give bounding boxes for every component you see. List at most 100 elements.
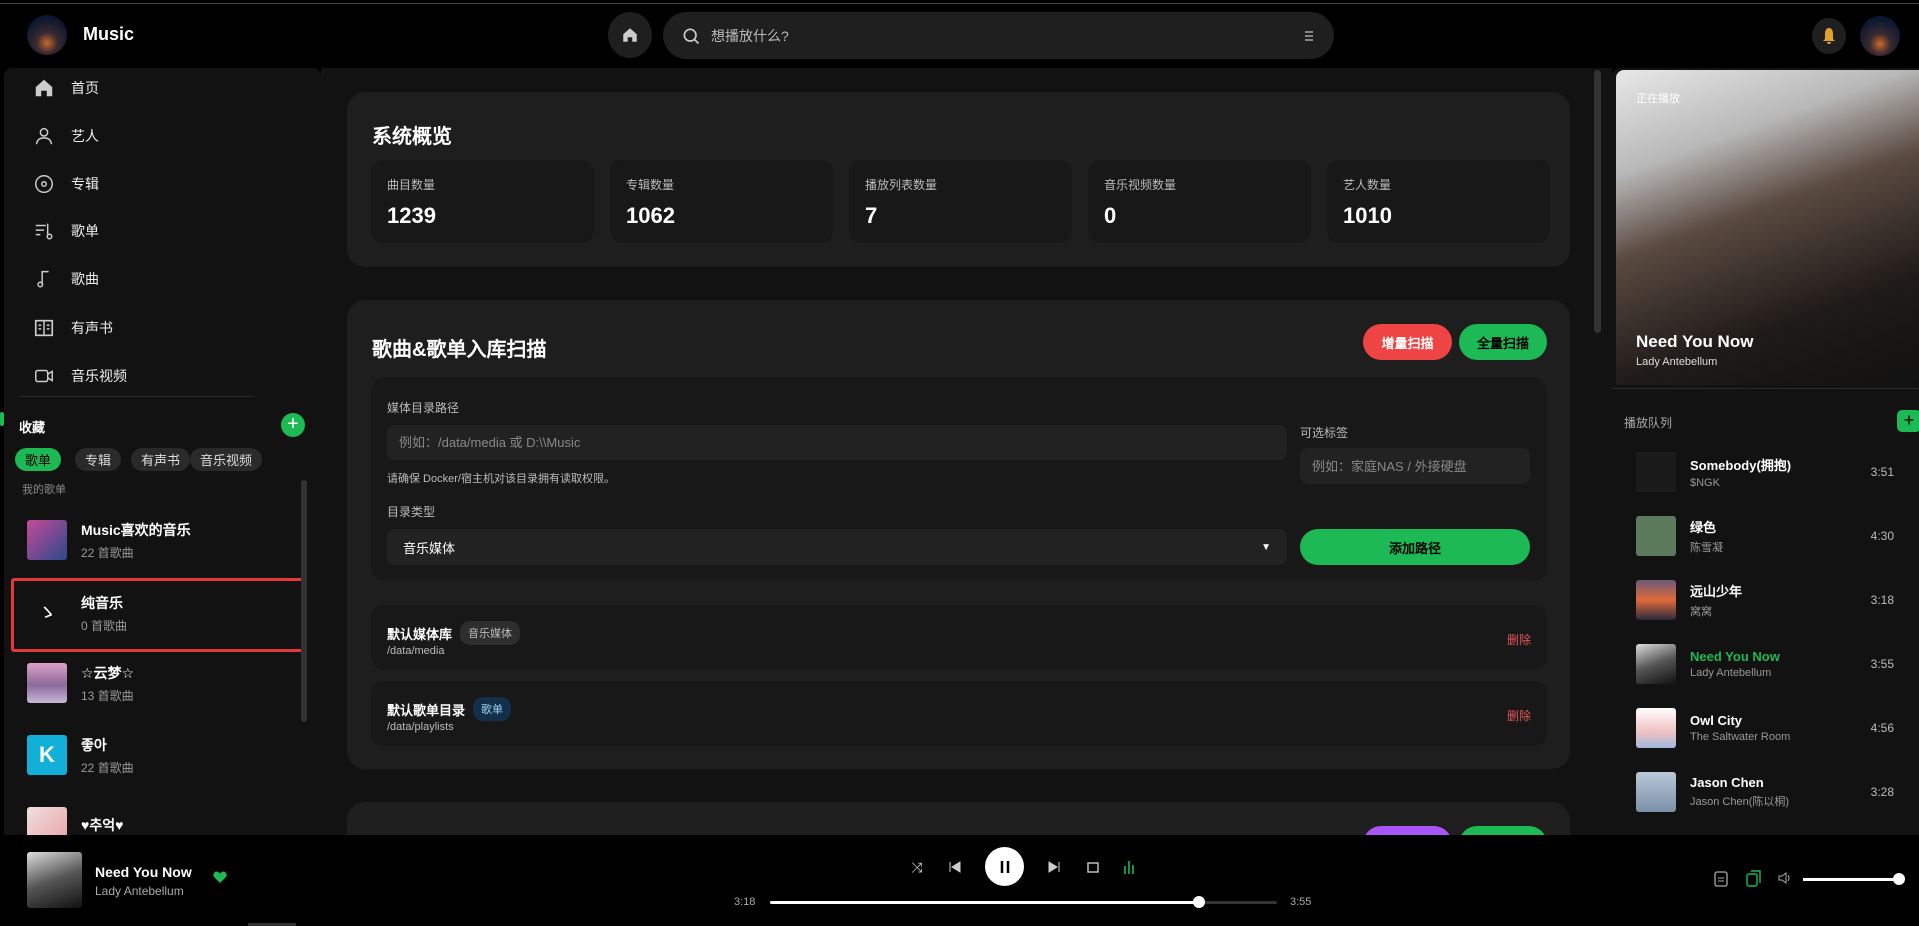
sidebar: 首页 艺人 专辑 歌单 歌曲 有声书 音乐视频 收藏 + 歌单 专辑 有声书 音乐视频 我的歌单 … bbox=[4, 68, 321, 835]
right-panel: 正在播放 Need You Now Lady Antebellum 播放队列 +… bbox=[1612, 68, 1919, 835]
stat-card: 艺人数量 1010 bbox=[1327, 160, 1550, 243]
shuffle-icon: ⤨ bbox=[911, 858, 923, 875]
path-type-badge: 歌单 bbox=[473, 697, 512, 721]
incremental-scan-button[interactable]: 增量扫描 bbox=[1363, 324, 1452, 360]
player-title[interactable]: Need You Now bbox=[95, 864, 192, 880]
add-path-button[interactable]: 添加路径 bbox=[1300, 529, 1530, 565]
tag-input[interactable] bbox=[1300, 448, 1530, 484]
app-title: Music bbox=[83, 24, 135, 44]
stat-value: 1239 bbox=[387, 203, 436, 228]
next-button[interactable] bbox=[1044, 857, 1064, 877]
heart-icon[interactable] bbox=[212, 869, 228, 885]
search-bar[interactable] bbox=[663, 12, 1334, 59]
sidebar-scrollbar[interactable] bbox=[301, 480, 307, 722]
playlist-item[interactable]: Music喜欢的音乐 22 首歌曲 bbox=[27, 512, 297, 568]
sidebar-item-2[interactable]: 专辑 bbox=[4, 164, 304, 204]
playlist-item[interactable]: K 좋아 22 首歌曲 bbox=[27, 727, 297, 783]
queue-add-button[interactable]: + bbox=[1897, 410, 1919, 432]
path-type-badge: 音乐媒体 bbox=[460, 621, 521, 645]
equalizer-button[interactable] bbox=[1119, 857, 1139, 877]
sidebar-item-6[interactable]: 音乐视频 bbox=[4, 356, 304, 396]
filter-chip[interactable]: 音乐视频 bbox=[190, 448, 263, 471]
queue-cover bbox=[1636, 708, 1676, 748]
stat-card: 播放列表数量 7 bbox=[849, 160, 1072, 243]
filter-chip[interactable]: 歌单 bbox=[15, 448, 62, 471]
type-label: 目录类型 bbox=[387, 505, 436, 519]
playlist-item[interactable]: ☆云梦☆ 13 首歌曲 bbox=[27, 655, 297, 711]
my-playlists-label: 我的歌单 bbox=[22, 484, 66, 496]
playlist-item[interactable]: ♥추억♥ bbox=[27, 799, 297, 835]
lyrics-icon[interactable] bbox=[1714, 871, 1728, 887]
queue-item[interactable]: Somebody(拥抱) $NGK 3:51 bbox=[1636, 447, 1906, 497]
add-playlist-button[interactable]: + bbox=[281, 413, 305, 437]
sidebar-item-label: 艺人 bbox=[71, 128, 99, 144]
edge-indicator bbox=[0, 412, 4, 426]
sidebar-item-0[interactable]: 首页 bbox=[4, 68, 304, 108]
music-note-icon bbox=[37, 270, 49, 288]
volume-icon[interactable] bbox=[1778, 871, 1792, 885]
home-icon bbox=[35, 79, 53, 97]
main-scrollbar[interactable] bbox=[1594, 70, 1601, 333]
now-playing-card: 正在播放 Need You Now Lady Antebellum bbox=[1616, 70, 1919, 385]
queue-item[interactable]: 绿色 陈雪凝 4:30 bbox=[1636, 511, 1906, 561]
media-path-row: 默认媒体库 音乐媒体/data/media 删除 bbox=[371, 605, 1547, 670]
scan-card: 歌曲&歌单入库扫描 增量扫描 全量扫描 媒体目录路径 请确保 Docker/宿主… bbox=[347, 300, 1570, 769]
filter-chip[interactable]: 有声书 bbox=[131, 448, 191, 471]
search-input[interactable] bbox=[711, 27, 1292, 44]
queue-item[interactable]: Need You Now Lady Antebellum 3:55 bbox=[1636, 639, 1906, 689]
volume-slider[interactable] bbox=[1803, 873, 1905, 885]
queue-artist: Lady Antebellum bbox=[1690, 667, 1772, 679]
sidebar-item-1[interactable]: 艺人 bbox=[4, 116, 304, 156]
now-playing-artist: Lady Antebellum bbox=[1636, 356, 1718, 368]
user-avatar[interactable] bbox=[1860, 16, 1900, 56]
progress-handle[interactable] bbox=[1192, 896, 1205, 908]
notifications-button[interactable] bbox=[1812, 18, 1846, 54]
highlight-box bbox=[11, 578, 307, 652]
playlist-cover: K bbox=[27, 735, 67, 775]
queue-duration: 3:55 bbox=[1870, 657, 1894, 671]
stat-label: 音乐视频数量 bbox=[1104, 178, 1177, 192]
stat-card: 专辑数量 1062 bbox=[610, 160, 833, 243]
devices-icon[interactable] bbox=[1746, 870, 1762, 887]
menu-icon[interactable] bbox=[1302, 29, 1316, 43]
next-icon bbox=[1048, 861, 1060, 873]
sidebar-item-5[interactable]: 有声书 bbox=[4, 308, 304, 348]
add-path-form: 媒体目录路径 请确保 Docker/宿主机对该目录拥有读取权限。 目录类型 音乐… bbox=[371, 377, 1547, 581]
stat-value: 7 bbox=[865, 203, 878, 228]
queue-artist: The Saltwater Room bbox=[1690, 731, 1791, 743]
repeat-button[interactable] bbox=[1083, 857, 1103, 877]
delete-button[interactable]: 删除 bbox=[1507, 631, 1531, 648]
window-border bbox=[0, 3, 1919, 4]
sidebar-item-4[interactable]: 歌曲 bbox=[4, 259, 304, 299]
full-scan-button[interactable]: 全量扫描 bbox=[1459, 324, 1547, 360]
sidebar-item-label: 歌单 bbox=[71, 223, 99, 239]
sidebar-item-label: 专辑 bbox=[71, 176, 99, 192]
sidebar-item-3[interactable]: 歌单 bbox=[4, 211, 304, 251]
queue-item[interactable]: Owl City The Saltwater Room 4:56 bbox=[1636, 703, 1906, 753]
favorites-title: 收藏 bbox=[19, 420, 46, 435]
shuffle-button[interactable]: ⤨ bbox=[907, 857, 927, 877]
path-input[interactable] bbox=[387, 425, 1287, 460]
queue-item[interactable]: 远山少年 窝窝 3:18 bbox=[1636, 575, 1906, 625]
stat-label: 艺人数量 bbox=[1343, 178, 1392, 192]
user-icon bbox=[35, 127, 53, 145]
filter-chip[interactable]: 专辑 bbox=[75, 448, 122, 471]
path-name: 默认歌单目录 bbox=[387, 702, 466, 718]
previous-button[interactable] bbox=[945, 857, 965, 877]
type-select[interactable]: 音乐媒体 ▼ bbox=[387, 529, 1287, 565]
queue-duration: 3:28 bbox=[1870, 785, 1894, 799]
progress-bar[interactable] bbox=[770, 896, 1277, 908]
player-artist[interactable]: Lady Antebellum bbox=[95, 884, 184, 898]
queue-artist: Jason Chen(陈以桐) bbox=[1690, 796, 1790, 808]
play-pause-button[interactable] bbox=[985, 847, 1024, 886]
queue-item[interactable]: Jason Chen Jason Chen(陈以桐) 3:28 bbox=[1636, 767, 1906, 817]
playlist-name: 좋아 bbox=[81, 736, 107, 753]
delete-button[interactable]: 删除 bbox=[1507, 707, 1531, 724]
queue-title: 播放队列 bbox=[1624, 416, 1673, 430]
media-path-row: 默认歌单目录 歌单/data/playlists 删除 bbox=[371, 681, 1547, 746]
overview-title: 系统概览 bbox=[372, 126, 452, 148]
volume-handle[interactable] bbox=[1893, 873, 1905, 885]
home-button[interactable] bbox=[608, 12, 652, 58]
queue-cover bbox=[1636, 580, 1676, 620]
queue-artist: 陈雪凝 bbox=[1690, 542, 1723, 554]
